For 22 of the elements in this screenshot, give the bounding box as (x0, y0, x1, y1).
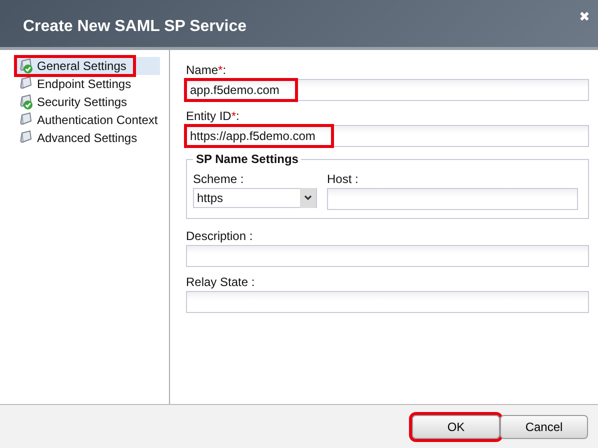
dialog-button[interactable]: Cancel (500, 414, 588, 438)
chevron-down-icon (300, 188, 316, 208)
field-label: Name*: (186, 63, 228, 77)
sidebar-item[interactable]: General Settings (16, 57, 134, 75)
field-label: Relay State : (186, 275, 256, 289)
field-label: Scheme : (193, 172, 245, 186)
sidebar-item[interactable]: Security Settings (0, 93, 160, 111)
field-label: Entity ID*: (186, 109, 240, 123)
input-field[interactable] (327, 188, 578, 210)
fieldset-legend: SP Name Settings (193, 152, 302, 166)
close-button[interactable]: ✖ (579, 9, 590, 24)
sidebar-item[interactable]: Endpoint Settings (0, 75, 160, 93)
window-title: Create New SAML SP Service (23, 18, 247, 36)
input-field[interactable]: https://app.f5demo.com (186, 125, 589, 147)
field-label: Host : (327, 172, 360, 186)
input-field[interactable] (186, 291, 589, 313)
field-label: Description : (186, 229, 254, 243)
sidebar-item[interactable]: Authentication Context (0, 111, 160, 129)
scheme-dropdown[interactable]: https (193, 188, 317, 208)
input-field[interactable]: app.f5demo.com (186, 79, 589, 101)
input-field[interactable] (186, 245, 589, 267)
sidebar-item[interactable]: Advanced Settings (0, 129, 160, 147)
